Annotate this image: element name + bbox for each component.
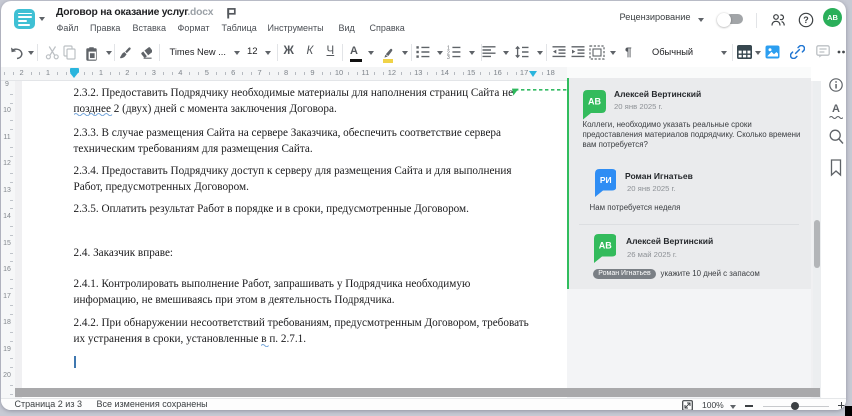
- svg-text:?: ?: [803, 15, 809, 25]
- svg-text:3: 3: [447, 55, 450, 59]
- svg-text:РИ: РИ: [599, 175, 611, 185]
- svg-text:АВ: АВ: [588, 96, 601, 106]
- svg-text:АВ: АВ: [598, 241, 611, 251]
